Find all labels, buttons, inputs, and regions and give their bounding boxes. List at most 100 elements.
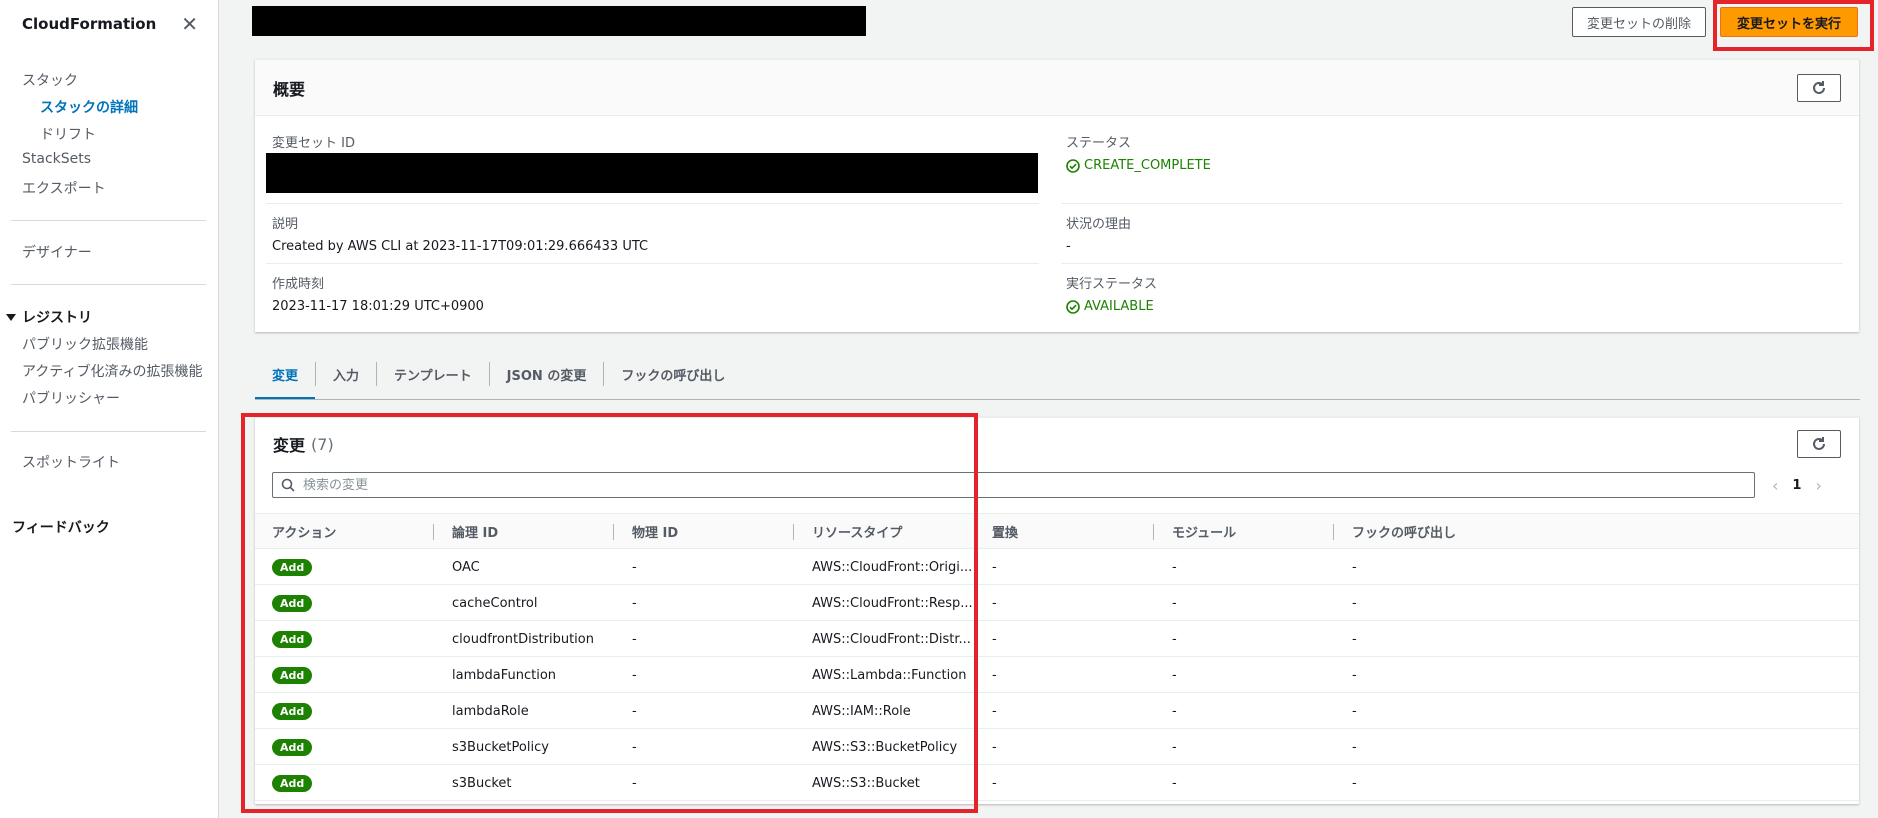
sidebar-item-stack-details[interactable]: スタックの詳細 <box>40 97 138 117</box>
description-label: 説明 <box>272 217 299 232</box>
search-input[interactable] <box>303 477 1703 493</box>
cell-action: Add <box>272 549 432 585</box>
exec-status-value: AVAILABLE <box>1066 299 1157 314</box>
close-icon[interactable]: ✕ <box>181 14 198 34</box>
page-number[interactable]: 1 <box>1792 478 1801 493</box>
refresh-overview-button[interactable] <box>1797 74 1841 102</box>
sidebar-item-spotlight[interactable]: スポットライト <box>22 452 120 472</box>
cell-physical-id: - <box>632 739 637 755</box>
column-separator <box>1153 524 1154 540</box>
cell-logical-id: s3Bucket <box>452 775 512 791</box>
cell-resource-type: AWS::CloudFront::Resp... <box>812 595 972 611</box>
column-header-resource-type[interactable]: リソースタイプ <box>812 514 902 548</box>
cell-module: - <box>1172 559 1177 575</box>
cell-logical-id: lambdaRole <box>452 703 529 719</box>
tab-json-changes[interactable]: JSON の変更 <box>490 348 604 400</box>
sidebar-section-label: レジストリ <box>22 310 92 326</box>
cell-module: - <box>1172 775 1177 791</box>
created-value: 2023-11-17 18:01:29 UTC+0900 <box>272 299 484 314</box>
column-header-physical-id[interactable]: 物理 ID <box>632 514 678 548</box>
cell-physical-id: - <box>632 667 637 683</box>
cell-module: - <box>1172 703 1177 719</box>
chevron-left-icon[interactable]: ‹ <box>1772 476 1778 495</box>
field-divider <box>1061 203 1843 204</box>
sidebar-section-registry[interactable]: レジストリ <box>6 307 92 327</box>
cell-physical-id: - <box>632 775 637 791</box>
cell-hooks: - <box>1352 667 1357 683</box>
execute-changeset-button[interactable]: 変更セットを実行 <box>1720 7 1858 37</box>
refresh-icon <box>1813 437 1825 450</box>
cell-replacement: - <box>992 667 997 683</box>
action-badge: Add <box>272 666 313 684</box>
sidebar-item-publishers[interactable]: パブリッシャー <box>22 388 120 408</box>
action-badge: Add <box>272 594 313 612</box>
cell-module: - <box>1172 739 1177 755</box>
overview-title: 概要 <box>273 79 306 99</box>
cell-replacement: - <box>992 703 997 719</box>
cell-hooks: - <box>1352 631 1357 647</box>
tab-inputs[interactable]: 入力 <box>316 348 376 400</box>
table-row: Add lambdaFunction - AWS::Lambda::Function -… <box>255 657 1859 693</box>
cell-physical-id: - <box>632 703 637 719</box>
action-badge: Add <box>272 702 313 720</box>
action-badge: Add <box>272 558 313 576</box>
cell-module: - <box>1172 631 1177 647</box>
cell-physical-id: - <box>632 559 637 575</box>
check-circle-icon <box>1066 299 1080 314</box>
column-header-module[interactable]: モジュール <box>1172 514 1236 548</box>
status-field: ステータス CREATE_COMPLETE <box>1066 132 1211 173</box>
sidebar: CloudFormation ✕ スタック スタックの詳細 ドリフト Stack… <box>0 0 219 818</box>
field-divider <box>1061 263 1843 264</box>
delete-changeset-button[interactable]: 変更セットの削除 <box>1572 7 1706 37</box>
cell-module: - <box>1172 667 1177 683</box>
sidebar-item-feedback[interactable]: フィードバック <box>12 517 110 537</box>
column-header-logical-id[interactable]: 論理 ID <box>452 514 498 548</box>
column-separator <box>433 524 434 540</box>
cell-physical-id: - <box>632 631 637 647</box>
chevron-right-icon[interactable]: › <box>1815 476 1821 495</box>
cell-action: Add <box>272 621 432 657</box>
tab-hook-invocations[interactable]: フックの呼び出し <box>604 348 742 400</box>
sidebar-header: CloudFormation ✕ <box>0 0 218 48</box>
column-header-replacement[interactable]: 置換 <box>992 514 1018 548</box>
table-row: Add s3Bucket - AWS::S3::Bucket - - - <box>255 765 1859 801</box>
cell-action: Add <box>272 765 432 801</box>
cell-replacement: - <box>992 595 997 611</box>
caret-down-icon <box>6 314 16 321</box>
sidebar-item-drift[interactable]: ドリフト <box>40 124 96 144</box>
cell-resource-type: AWS::CloudFront::Origi... <box>812 559 972 575</box>
cell-hooks: - <box>1352 595 1357 611</box>
tab-changes[interactable]: 変更 <box>255 348 316 400</box>
cell-hooks: - <box>1352 703 1357 719</box>
column-separator <box>613 524 614 540</box>
pagination: ‹ 1 › <box>1772 472 1822 498</box>
refresh-changes-button[interactable] <box>1797 430 1841 458</box>
sidebar-item-exports[interactable]: エクスポート <box>22 178 106 198</box>
status-value: CREATE_COMPLETE <box>1066 158 1211 173</box>
sidebar-item-designer[interactable]: デザイナー <box>22 242 92 262</box>
action-badge: Add <box>272 774 313 792</box>
status-label: ステータス <box>1066 136 1132 151</box>
cell-resource-type: AWS::CloudFront::Distr... <box>812 631 971 647</box>
exec-status-text: AVAILABLE <box>1084 299 1154 314</box>
search-changes[interactable] <box>272 472 1755 498</box>
action-badge: Add <box>272 630 313 648</box>
sidebar-item-public-extensions[interactable]: パブリック拡張機能 <box>22 334 148 354</box>
sidebar-item-stacksets[interactable]: StackSets <box>22 151 91 167</box>
table-row: Add lambdaRole - AWS::IAM::Role - - - <box>255 693 1859 729</box>
redacted-changeset-id <box>266 153 1038 193</box>
changes-header: 変更 (7) <box>255 418 1859 470</box>
reason-value: - <box>1066 239 1071 254</box>
table-row: Add OAC - AWS::CloudFront::Origi... - - - <box>255 549 1859 585</box>
column-separator <box>1333 524 1334 540</box>
column-separator <box>793 524 794 540</box>
tab-template[interactable]: テンプレート <box>377 348 489 400</box>
column-header-action[interactable]: アクション <box>272 514 336 548</box>
column-header-hooks[interactable]: フックの呼び出し <box>1352 514 1456 548</box>
cell-replacement: - <box>992 559 997 575</box>
search-icon <box>281 478 295 492</box>
sidebar-divider <box>11 431 206 432</box>
field-divider <box>266 203 1039 204</box>
sidebar-item-stacks[interactable]: スタック <box>22 70 78 90</box>
sidebar-item-activated-extensions[interactable]: アクティブ化済みの拡張機能 <box>22 361 202 381</box>
